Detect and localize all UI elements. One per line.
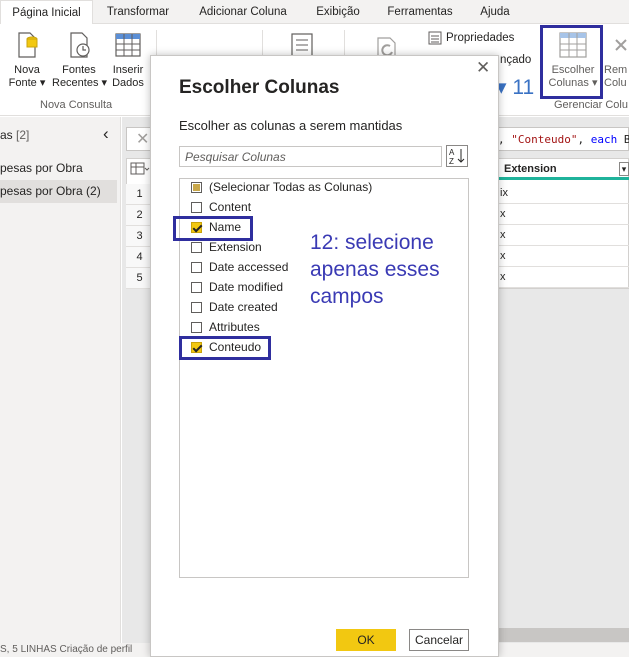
sort-button[interactable]: A Z [446, 145, 468, 167]
nova-fonte-label-2: Fonte ▾ [8, 77, 46, 89]
formula-keyword: each [590, 133, 618, 146]
table-menu-icon[interactable] [130, 162, 150, 176]
column-checkbox[interactable] [191, 202, 202, 213]
tab-ajuda[interactable]: Ajuda [468, 0, 522, 24]
propriedades-button[interactable]: Propriedades [446, 32, 514, 44]
conteudo-highlight-box [179, 336, 271, 360]
ok-button[interactable]: OK [336, 629, 396, 651]
table-cell[interactable]: ix [498, 183, 629, 204]
escolher-colunas-highlight [540, 25, 603, 99]
sort-az-icon: A Z [449, 148, 465, 166]
column-checkbox[interactable] [191, 262, 202, 273]
svg-text:A: A [449, 148, 455, 157]
dialog-subtitle: Escolher as colunas a serem mantidas [179, 118, 403, 133]
tab-adicionar-coluna[interactable]: Adicionar Coluna [189, 0, 297, 24]
table-cell[interactable]: x [498, 204, 629, 225]
query-count-fragment: ▾ 11 [496, 76, 535, 99]
column-option-label: Extension [209, 240, 262, 254]
fontes-recentes-button[interactable]: Fontes Recentes ▾ [52, 30, 108, 90]
queries-count: [2] [16, 128, 30, 142]
tab-pagina-inicial[interactable]: Página Inicial [0, 0, 93, 25]
table-icon [115, 33, 141, 57]
remover-colunas-label-2: Colu [604, 77, 627, 89]
table-cell[interactable]: x [498, 225, 629, 246]
formula-string: "Conteudo" [511, 133, 578, 146]
close-icon[interactable]: ✕ [476, 58, 490, 78]
fontes-recentes-label-2: Recentes ▾ [52, 77, 108, 89]
nova-fonte-button[interactable]: Nova Fonte ▾ [8, 30, 46, 90]
table-cell[interactable]: x [498, 267, 629, 288]
query-item-selected[interactable]: pesas por Obra (2) [0, 180, 117, 203]
select-all-checkbox[interactable] [191, 182, 202, 193]
inserir-dados-label-1: Inserir [112, 64, 144, 76]
name-highlight-box [173, 216, 253, 241]
column-option-label: Date accessed [209, 260, 289, 274]
fontes-recentes-label-1: Fontes [62, 64, 96, 76]
column-option-label: Content [209, 200, 252, 214]
tab-transformar[interactable]: Transformar [97, 0, 179, 24]
remover-colunas-label-1: Rem [604, 64, 628, 76]
group-label-nova-consulta: Nova Consulta [40, 99, 113, 111]
annotation-note: 12: selecione apenas esses campos [310, 231, 440, 308]
formula-cancel-icon[interactable]: ✕ [136, 129, 149, 149]
column-checkbox[interactable] [191, 242, 202, 253]
formula-text[interactable]: , "Conteudo", each B [498, 133, 629, 146]
column-checkbox[interactable] [191, 282, 202, 293]
tab-ferramentas[interactable]: Ferramentas [380, 0, 460, 24]
inserir-dados-label-2: Dados [112, 77, 144, 89]
column-option-label: Date created [209, 300, 278, 314]
queries-panel-title: as [2] [0, 128, 29, 142]
queries-title-text: as [0, 128, 13, 142]
ribbon-tab-bar: Página Inicial Transformar Adicionar Col… [0, 0, 629, 25]
table-cell[interactable]: x [498, 246, 629, 267]
avancado-fragment[interactable]: nçado [500, 54, 531, 66]
cancel-button[interactable]: Cancelar [409, 629, 469, 651]
column-option-label: Date modified [209, 280, 284, 294]
dialog-title: Escolher Colunas [179, 77, 340, 98]
formula-prefix: , [498, 133, 512, 146]
nova-fonte-label-1: Nova [14, 64, 40, 76]
column-checkbox[interactable] [191, 322, 202, 333]
column-header-extension[interactable]: Extension [498, 159, 629, 180]
inserir-dados-button[interactable]: Inserir Dados [110, 30, 146, 90]
remove-columns-icon [615, 39, 627, 51]
properties-icon [428, 31, 442, 45]
group-label-gerenciar-colunas: Gerenciar Colu [554, 99, 628, 111]
remover-colunas-button[interactable]: Rem Colu [604, 30, 629, 90]
column-checkbox[interactable] [191, 302, 202, 313]
queries-panel: as [2] ‹ pesas por Obra pesas por Obra (… [0, 117, 121, 643]
column-option-label: Attributes [209, 320, 260, 334]
horizontal-scrollbar[interactable] [498, 628, 629, 642]
collapse-chevron-icon[interactable]: ‹ [103, 124, 109, 144]
database-icon [18, 32, 38, 58]
formula-mid: , [577, 133, 591, 146]
tab-exibicao[interactable]: Exibição [306, 0, 370, 24]
recent-file-icon [70, 32, 90, 58]
search-columns-input[interactable] [179, 146, 442, 167]
svg-text:Z: Z [449, 157, 454, 166]
query-item[interactable]: pesas por Obra [0, 157, 117, 180]
formula-suffix: B [623, 133, 629, 146]
column-filter-icon[interactable]: ▾ [619, 162, 629, 176]
column-option-label: (Selecionar Todas as Colunas) [209, 180, 373, 194]
